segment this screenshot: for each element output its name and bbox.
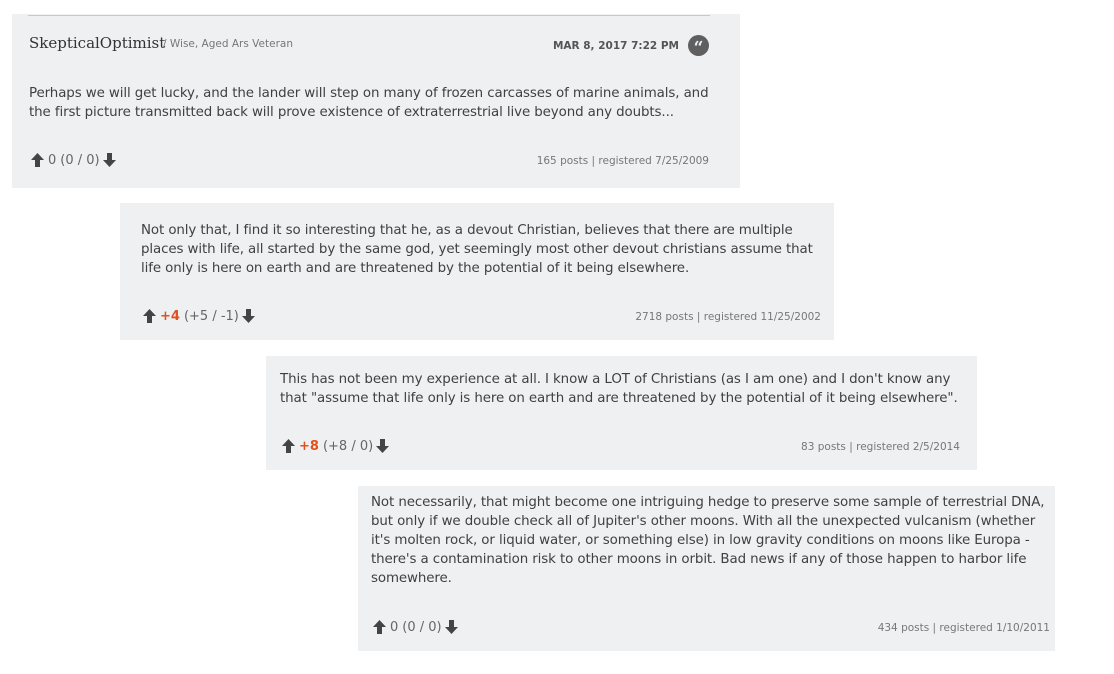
vote-bar: +4 (+5 / -1) [142,308,256,324]
vote-breakdown: (0 / 0) [60,152,100,168]
author-name[interactable]: SkepticalOptimist [29,34,165,52]
comment-body: Not necessarily, that might become one i… [371,495,1045,586]
comment-body: Not only that, I find it so interesting … [141,223,813,276]
author-stats: 83 posts | registered 2/5/2014 [801,441,960,453]
author-rank: / Wise, Aged Ars Veteran [163,38,293,50]
arrow-up-icon[interactable] [30,152,45,168]
comment-body: This has not been my experience at all. … [280,372,958,406]
post-date[interactable]: MAR 8, 2017 7:22 PM [549,40,679,52]
vote-score: 0 [48,152,57,168]
arrow-down-icon[interactable] [444,619,459,635]
divider [28,15,710,16]
author-stats: 2718 posts | registered 11/25/2002 [635,311,821,323]
vote-breakdown: (+8 / 0) [322,438,374,454]
author-stats: 165 posts | registered 7/25/2009 [536,155,709,167]
vote-score: +8 [299,438,319,454]
arrow-up-icon[interactable] [372,619,387,635]
comment-body: Perhaps we will get lucky, and the lande… [29,86,709,120]
vote-score: 0 [390,619,399,635]
vote-breakdown: (+5 / -1) [183,308,239,324]
vote-bar: 0 (0 / 0) [30,152,117,168]
arrow-down-icon[interactable] [241,308,256,324]
quote-icon[interactable]: “ [688,35,709,58]
vote-breakdown: (0 / 0) [402,619,442,635]
arrow-down-icon[interactable] [102,152,117,168]
arrow-up-icon[interactable] [142,308,157,324]
vote-score: +4 [160,308,180,324]
vote-bar: +8 (+8 / 0) [281,438,390,454]
vote-bar: 0 (0 / 0) [372,619,459,635]
arrow-down-icon[interactable] [375,438,390,454]
arrow-up-icon[interactable] [281,438,296,454]
author-stats: 434 posts | registered 1/10/2011 [877,622,1050,634]
